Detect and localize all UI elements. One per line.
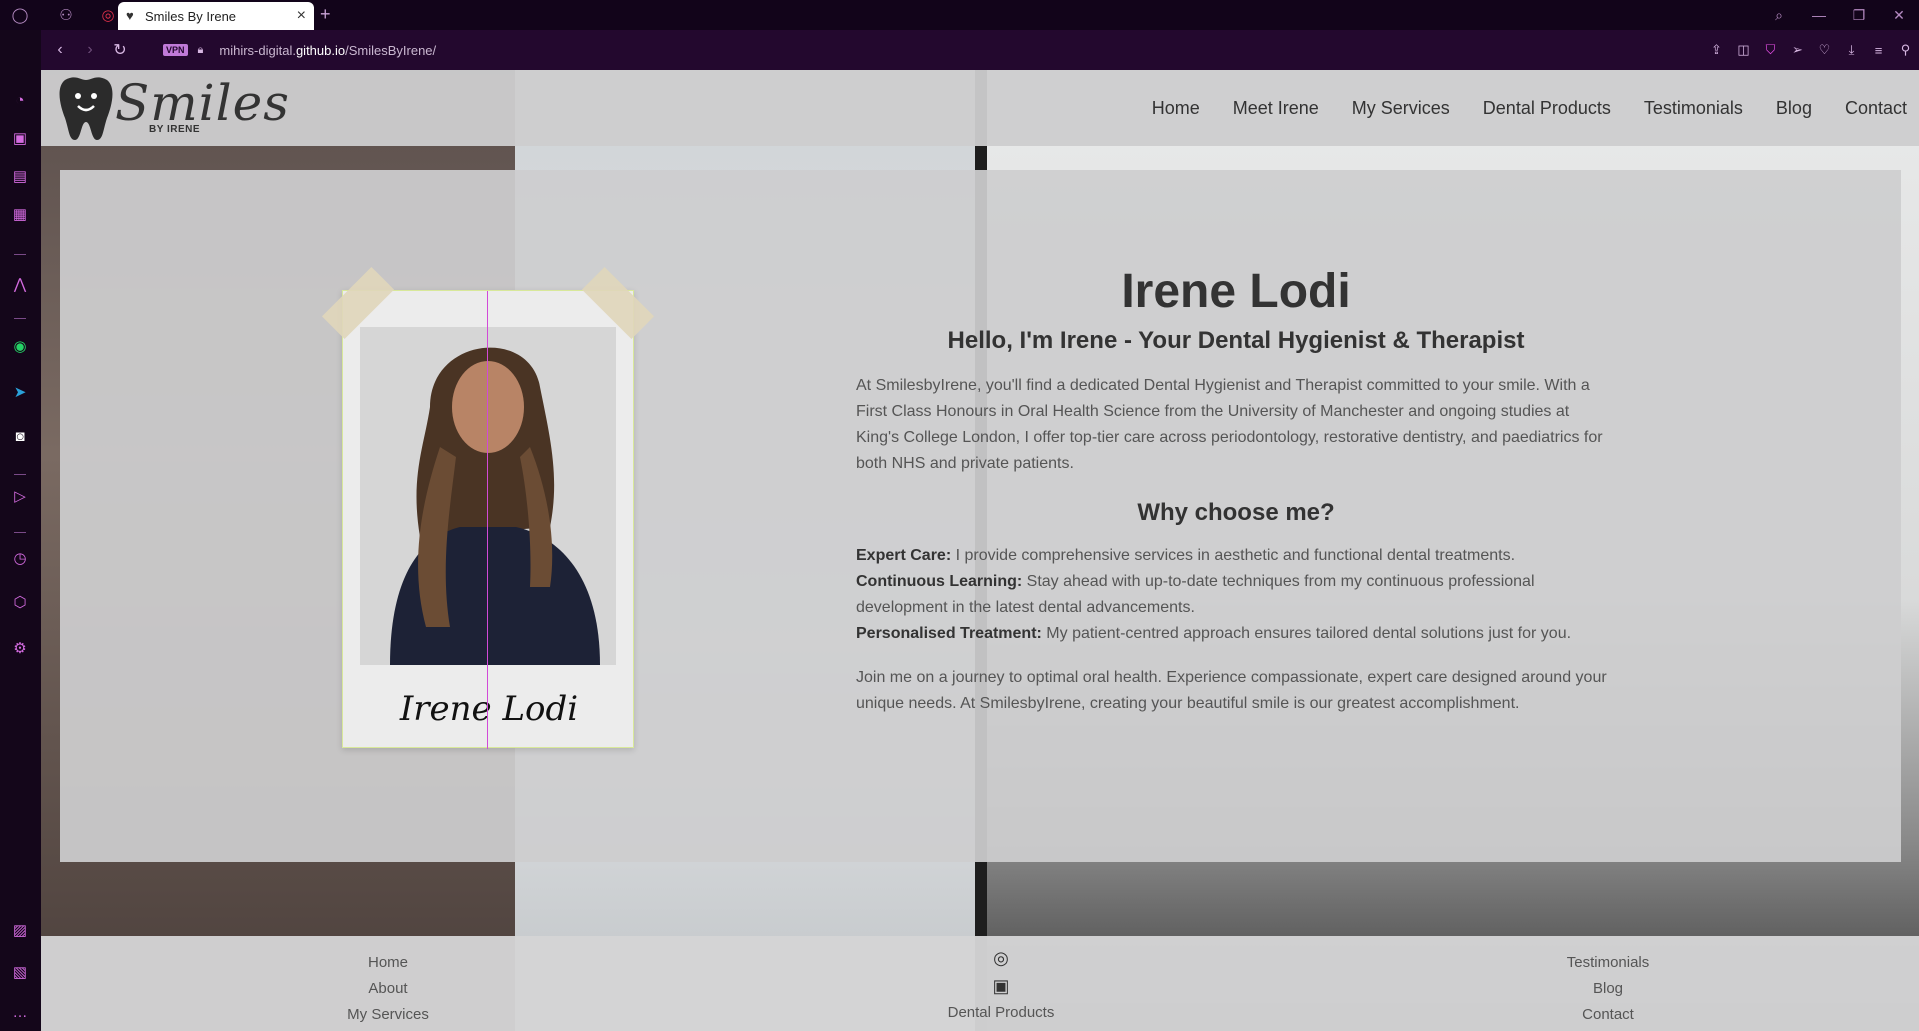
page-title: Irene Lodi — [1121, 265, 1351, 318]
reload-icon[interactable]: ↻ — [105, 40, 135, 60]
bio-section: Irene Lodi Hello, I'm Irene - Your Denta… — [856, 264, 1616, 717]
browser-tab[interactable]: ♥ Smiles By Irene × — [118, 2, 314, 30]
instagram-icon[interactable]: ◎ — [921, 944, 1081, 972]
nav-contact[interactable]: Contact — [1845, 98, 1907, 119]
footer-link-home[interactable]: Home — [313, 950, 463, 976]
page-viewport: Smiles BY IRENE Home Meet Irene My Servi… — [41, 70, 1919, 1031]
about-card: Irene Lodi Irene Lodi Hello, I'm Irene -… — [60, 170, 1901, 862]
aria-icon[interactable]: ⋀ — [8, 272, 32, 296]
vpn-shield-icon[interactable]: ⛉ — [1757, 42, 1784, 58]
discord-icon[interactable]: ◙ — [8, 424, 32, 448]
restore-icon[interactable]: ❐ — [1839, 7, 1879, 24]
vpn-badge[interactable]: VPN — [163, 44, 188, 56]
main-nav: Home Meet Irene My Services Dental Produ… — [1119, 70, 1907, 146]
close-window-icon[interactable]: ✕ — [1879, 7, 1919, 24]
tab-title: Smiles By Irene — [145, 8, 237, 24]
nav-blog[interactable]: Blog — [1776, 98, 1812, 119]
logo-wordmark: Smiles — [115, 74, 290, 132]
photo-signature: Irene Lodi — [399, 689, 579, 729]
twitch-icon[interactable]: ▤ — [8, 164, 32, 188]
tooth-favicon-icon: ♥ — [126, 8, 134, 23]
reason-item: Continuous Learning: Stay ahead with up-… — [856, 573, 1535, 616]
reasons-list: Expert Care: I provide comprehensive ser… — [856, 543, 1616, 647]
browser-tab-bar: ◯ ⚇ ◎ ♥ Smiles By Irene × + ⌕ — ❐ ✕ — [0, 0, 1919, 30]
download-icon[interactable]: ⤓ — [1838, 42, 1865, 58]
box-icon[interactable]: ⬡ — [8, 590, 32, 614]
minimize-icon[interactable]: — — [1799, 7, 1839, 23]
nav-my-services[interactable]: My Services — [1352, 98, 1450, 119]
settings-icon[interactable]: ⚙ — [8, 636, 32, 660]
footer-link-blog[interactable]: Blog — [1533, 976, 1683, 1002]
footer-link-contact[interactable]: Contact — [1533, 1002, 1683, 1028]
pinboard-icon[interactable]: ▨ — [8, 918, 32, 942]
polaroid-photo-frame: Irene Lodi — [321, 266, 655, 749]
profile-photo — [360, 327, 616, 665]
address-bar-actions: ⇪ ◫ ⛉ ➢ ♡ ⤓ ≡ ⚲ — [1703, 30, 1919, 70]
new-tab-icon[interactable]: + — [320, 4, 331, 25]
back-icon[interactable]: ‹ — [45, 41, 75, 59]
footer-link-about[interactable]: About — [313, 976, 463, 1002]
site-logo[interactable]: Smiles BY IRENE — [57, 74, 289, 142]
lock-icon: 🔒︎ — [197, 43, 204, 56]
history-icon[interactable]: ◷ — [8, 546, 32, 570]
footer-center: ◎ ▣ Dental Products — [921, 944, 1081, 1026]
share-icon[interactable]: ⇪ — [1703, 42, 1730, 58]
search-tabs-icon[interactable]: ⌕ — [1759, 7, 1799, 24]
snapshot-icon[interactable]: ◫ — [1730, 42, 1757, 58]
tooth-logo-icon — [59, 77, 113, 140]
site-header: Smiles BY IRENE Home Meet Irene My Servi… — [41, 70, 1919, 146]
workspace-icon[interactable]: ▣ — [8, 126, 32, 150]
linkedin-icon[interactable]: ▣ — [921, 972, 1081, 1000]
easy-setup-icon[interactable]: ≡ — [1865, 43, 1892, 58]
browser-sidebar: ◔ ▣ ▤ ▦ ⋀ ◉ ➤ ◙ ▷ ◷ ⬡ ⚙ ▨ ▧ … — [0, 30, 41, 1031]
send-icon[interactable]: ➢ — [1784, 42, 1811, 58]
logo-subtitle: BY IRENE — [149, 124, 201, 135]
footer-link-dental-products[interactable]: Dental Products — [921, 1000, 1081, 1026]
nav-dental-products[interactable]: Dental Products — [1483, 98, 1611, 119]
gallery-icon[interactable]: ▧ — [8, 960, 32, 984]
url-field[interactable]: mihirs-digital.github.io/SmilesByIrene/ — [219, 43, 436, 58]
footer-links-left: Home About My Services — [313, 950, 463, 1028]
closing-paragraph: Join me on a journey to optimal oral hea… — [856, 669, 1607, 712]
reason-item: Personalised Treatment: My patient-centr… — [856, 625, 1572, 642]
profile-icon[interactable]: ⚲ — [1892, 42, 1919, 58]
extensions-icon[interactable]: ▦ — [8, 202, 32, 226]
address-bar: ‹ › ↻ VPN 🔒︎ mihirs-digital.github.io/Sm… — [41, 30, 1919, 70]
intro-paragraph: At SmilesbyIrene, you'll find a dedicate… — [856, 377, 1603, 472]
opera-menu-icon[interactable]: ◯ — [6, 0, 34, 30]
nav-testimonials[interactable]: Testimonials — [1644, 98, 1743, 119]
window-controls: ⌕ — ❐ ✕ — [1759, 0, 1919, 30]
nav-meet-irene[interactable]: Meet Irene — [1233, 98, 1319, 119]
why-heading: Why choose me? — [1137, 499, 1335, 526]
player-icon[interactable]: ▷ — [8, 484, 32, 508]
reason-item: Expert Care: I provide comprehensive ser… — [856, 547, 1516, 564]
footer-link-my-services[interactable]: My Services — [313, 1002, 463, 1028]
gaming-icon[interactable]: ⚇ — [52, 0, 80, 30]
site-footer: Home About My Services ◎ ▣ Dental Produc… — [41, 936, 1919, 1031]
telegram-icon[interactable]: ➤ — [8, 380, 32, 404]
close-tab-icon[interactable]: × — [297, 7, 306, 25]
heart-icon[interactable]: ♡ — [1811, 42, 1838, 58]
speed-dial-icon[interactable]: ◔ — [8, 88, 32, 112]
forward-icon[interactable]: › — [75, 41, 105, 59]
subtitle: Hello, I'm Irene - Your Dental Hygienist… — [947, 327, 1525, 354]
more-icon[interactable]: … — [8, 1000, 32, 1024]
nav-home[interactable]: Home — [1152, 98, 1200, 119]
alignment-guide-line — [487, 291, 488, 749]
footer-links-right: Testimonials Blog Contact — [1533, 950, 1683, 1028]
whatsapp-icon[interactable]: ◉ — [8, 334, 32, 358]
footer-link-testimonials[interactable]: Testimonials — [1533, 950, 1683, 976]
